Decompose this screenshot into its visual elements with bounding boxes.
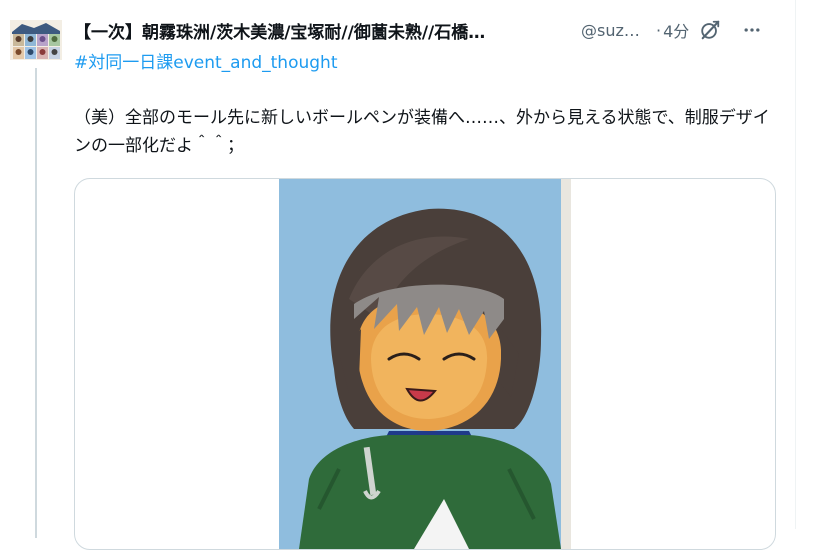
hashtag-link[interactable]: #対同一日課event_and_thought (74, 48, 338, 73)
timestamp[interactable]: 4分 (663, 18, 689, 42)
crayon-drawing-image (279, 179, 571, 549)
avatar-collage-icon (10, 20, 62, 60)
tweet-text: （美）全部のモール先に新しいボールペンが装備へ……、外から見える状態で、制服デザ… (74, 108, 770, 156)
user-handle[interactable]: @suz… (581, 21, 648, 40)
display-name[interactable]: 【一次】朝霧珠洲/茨木美濃/宝塚耐//御薗未熟//石橋… (74, 18, 569, 43)
grok-icon[interactable] (697, 17, 723, 43)
media-card[interactable] (74, 178, 776, 550)
more-dots-icon[interactable] (739, 17, 765, 43)
tweet-header: 【一次】朝霧珠洲/茨木美濃/宝塚耐//御薗未熟//石橋… @suz… · 4分 (74, 16, 784, 44)
column-border (795, 0, 796, 529)
thread-line (35, 68, 37, 538)
avatar[interactable] (10, 20, 62, 60)
separator-dot: · (656, 20, 662, 40)
